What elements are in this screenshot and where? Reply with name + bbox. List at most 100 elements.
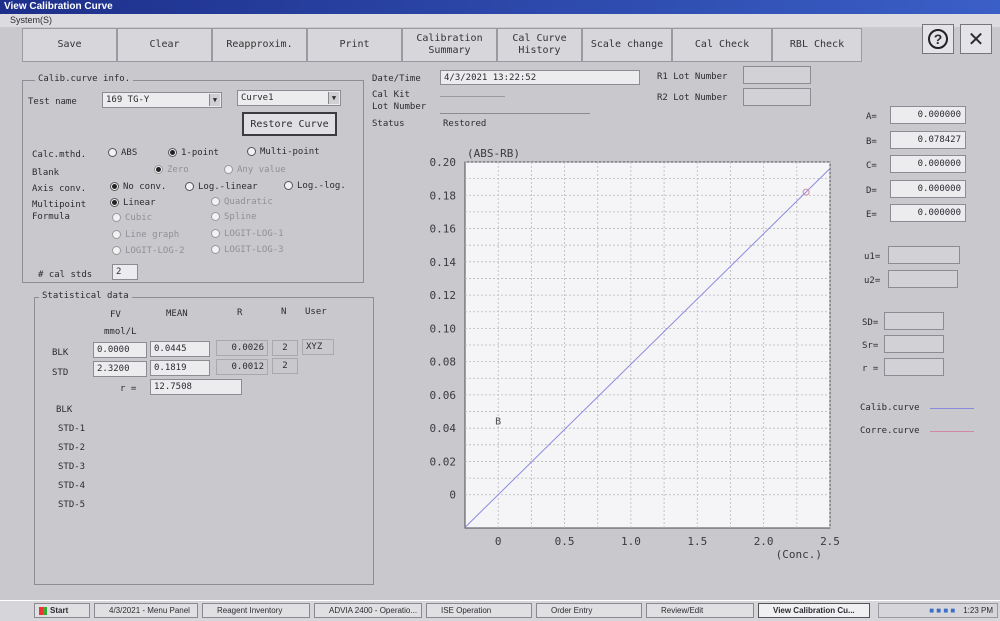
toolbar-button-reapproxim[interactable]: Reapproxim. <box>212 28 307 62</box>
taskbar-item[interactable]: ADVIA 2400 - Operatio... <box>314 603 422 618</box>
help-icon: ? <box>928 29 948 49</box>
y-tick-label: 0.10 <box>430 322 457 335</box>
u1-label: u1= <box>864 252 881 262</box>
toolbar-button-clear[interactable]: Clear <box>117 28 212 62</box>
y-tick-label: 0 <box>449 489 456 502</box>
coef-value-field: 0.000000 <box>890 106 966 124</box>
r-right-label: r = <box>862 364 879 374</box>
help-button[interactable]: ? <box>922 24 954 54</box>
x-tick-label: 2.0 <box>754 535 774 548</box>
formula-quadratic-radio[interactable]: Quadratic <box>211 197 273 207</box>
std-list-item: STD-3 <box>58 462 86 472</box>
std-fv-field: 2.3200 <box>93 361 147 377</box>
statistical-data-legend: Statistical data <box>39 291 132 301</box>
taskbar-item[interactable]: Order Entry <box>536 603 642 618</box>
std-mean-field: 0.1819 <box>150 360 210 376</box>
axis-loglog-radio[interactable]: Log.-log. <box>284 181 346 191</box>
blk-mean-field: 0.0445 <box>150 341 210 357</box>
y-tick-label: 0.12 <box>430 289 457 302</box>
coef-value-field: 0.000000 <box>890 204 966 222</box>
curve-dropdown[interactable]: Curve1 ▼ <box>237 90 341 106</box>
std-n-field: 2 <box>272 358 298 374</box>
blank-any-radio[interactable]: Any value <box>224 165 286 175</box>
toolbar-button-rbl-check[interactable]: RBL Check <box>772 28 862 62</box>
col-mean: MEAN <box>166 309 188 319</box>
y-tick-label: 0.02 <box>430 455 457 468</box>
axis-loglinear-radio[interactable]: Log.-linear <box>185 182 258 192</box>
x-tick-label: 2.5 <box>820 535 840 548</box>
y-tick-label: 0.08 <box>430 356 457 369</box>
calibration-point-label: B <box>495 417 501 428</box>
toolbar-button-scale-change[interactable]: Scale change <box>582 28 672 62</box>
blk-row-label: BLK <box>52 348 69 358</box>
coef-label: E= <box>866 210 877 220</box>
calc-1point-radio[interactable]: 1-point <box>168 148 219 158</box>
blank-label: Blank <box>32 168 60 178</box>
tray-icons: ■ ■ ■ ■ <box>929 606 956 615</box>
coef-value-field: 0.000000 <box>890 179 966 198</box>
r-right-field <box>884 358 944 376</box>
chevron-down-icon: ▼ <box>209 94 220 106</box>
calc-multipoint-radio[interactable]: Multi-point <box>247 147 320 157</box>
system-tray: ■ ■ ■ ■ 1:23 PM <box>878 603 998 618</box>
formula-logit3-radio[interactable]: LOGIT-LOG-3 <box>211 245 284 255</box>
multipoint-label: Multipoint <box>32 200 87 210</box>
std-row-label: STD <box>52 368 69 378</box>
taskbar-item[interactable]: View Calibration Cu... <box>758 603 870 618</box>
formula-logit1-radio[interactable]: LOGIT-LOG-1 <box>211 229 284 239</box>
corre-curve-legend: Corre.curve <box>860 426 920 436</box>
close-button[interactable]: ✕ <box>960 24 992 54</box>
calib-curve-swatch <box>930 408 974 409</box>
date-time-label: Date/Time <box>372 74 421 84</box>
taskbar-item[interactable]: ISE Operation <box>426 603 532 618</box>
y-tick-label: 0.04 <box>430 422 457 435</box>
taskbar-item[interactable]: Reagent Inventory <box>202 603 310 618</box>
taskbar-item[interactable]: 4/3/2021 - Menu Panel <box>94 603 198 618</box>
blk-n-field: 2 <box>272 340 298 356</box>
system-menu[interactable]: System(S) <box>0 14 1000 27</box>
coef-value-field: 0.000000 <box>890 155 966 173</box>
coef-label: A= <box>866 112 877 122</box>
toolbar-button-cal-check[interactable]: Cal Check <box>672 28 772 62</box>
sd-label: SD= <box>862 318 879 328</box>
coef-label: B= <box>866 136 877 147</box>
blank-zero-radio[interactable]: Zero <box>154 165 189 175</box>
std-r-field: 0.0012 <box>216 359 268 375</box>
x-tick-label: 1.5 <box>687 535 707 548</box>
blk-r-field: 0.0026 <box>216 340 268 356</box>
restore-curve-button[interactable]: Restore Curve <box>242 112 337 136</box>
toolbar-button-save[interactable]: Save <box>22 28 117 62</box>
u2-field <box>888 270 958 288</box>
r2-lot-label: R2 Lot Number <box>657 93 728 103</box>
formula-spline-radio[interactable]: Spline <box>211 212 257 222</box>
toolbar-button-cal-curve-history[interactable]: Cal Curve History <box>497 28 582 62</box>
cal-kit-label: Cal Kit <box>372 90 410 100</box>
col-n: N <box>281 307 287 317</box>
formula-linegraph-radio[interactable]: Line graph <box>112 230 179 240</box>
cal-stds-field[interactable]: 2 <box>112 264 138 280</box>
axis-no-conv-radio[interactable]: No conv. <box>110 182 166 192</box>
std-list-item: STD-2 <box>58 443 86 453</box>
x-tick-label: 0 <box>495 535 502 548</box>
formula-logit2-radio[interactable]: LOGIT-LOG-2 <box>112 246 185 256</box>
y-tick-label: 0.20 <box>430 156 457 169</box>
windows-logo-icon <box>39 606 47 615</box>
toolbar-button-calibration-summary[interactable]: Calibration Summary <box>402 28 497 62</box>
formula-linear-radio[interactable]: Linear <box>110 198 156 208</box>
coef-label: C= <box>866 161 877 171</box>
start-button[interactable]: Start <box>34 603 90 618</box>
r-label: r = <box>120 384 137 394</box>
test-name-dropdown[interactable]: 169 TG-Y ▼ <box>102 92 222 108</box>
unit-label: mmol/L <box>104 327 137 337</box>
y-tick-label: 0.18 <box>430 189 457 202</box>
corre-curve-swatch <box>930 431 974 432</box>
sr-field <box>884 335 944 353</box>
r1-lot-field <box>743 66 811 84</box>
calib-info-legend: Calib.curve info. <box>35 74 134 84</box>
toolbar-button-print[interactable]: Print <box>307 28 402 62</box>
cal-stds-label: # cal stds <box>38 270 93 280</box>
formula-label: Formula <box>32 212 70 222</box>
taskbar-item[interactable]: Review/Edit <box>646 603 754 618</box>
formula-cubic-radio[interactable]: Cubic <box>112 213 152 223</box>
calc-abs-radio[interactable]: ABS <box>108 148 137 158</box>
